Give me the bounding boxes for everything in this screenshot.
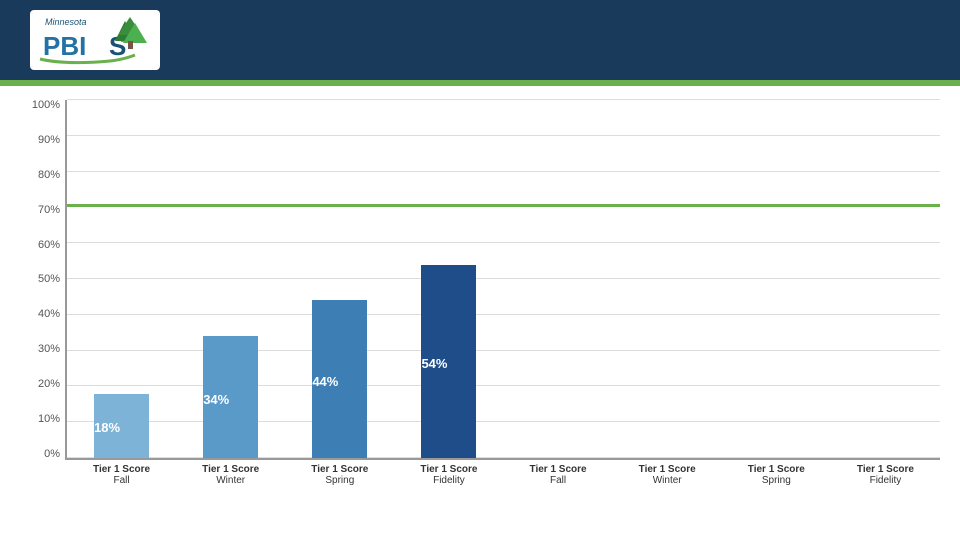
bar-group: Tier 1 ScoreFidelity <box>831 100 940 458</box>
x-label-tier: Tier 1 Score <box>67 464 176 475</box>
bar: 54% <box>421 265 476 458</box>
x-label-tier: Tier 1 Score <box>613 464 722 475</box>
svg-text:PBI: PBI <box>43 31 86 61</box>
bar-group: Tier 1 ScoreFall <box>504 100 613 458</box>
x-axis-label: Tier 1 ScoreWinter <box>613 464 722 486</box>
x-axis-label: Tier 1 ScoreSpring <box>722 464 831 486</box>
x-axis-label: Tier 1 ScoreFidelity <box>394 464 503 486</box>
y-axis-label: 90% <box>38 135 60 146</box>
x-label-tier: Tier 1 Score <box>394 464 503 475</box>
y-axis-label: 10% <box>38 414 60 425</box>
y-axis-label: 20% <box>38 379 60 390</box>
x-label-tier: Tier 1 Score <box>285 464 394 475</box>
y-axis-label: 0% <box>44 449 60 460</box>
bar-group: 18%Tier 1 ScoreFall <box>67 100 176 458</box>
y-axis-label: 50% <box>38 274 60 285</box>
x-axis-label: Tier 1 ScoreSpring <box>285 464 394 486</box>
y-axis-label: 30% <box>38 344 60 355</box>
x-label-season: Fidelity <box>394 475 503 486</box>
bar: 18% <box>94 394 149 458</box>
bar-value-label: 34% <box>203 388 229 407</box>
y-axis-label: 100% <box>32 100 60 111</box>
y-axis: 100% 90% 80% 70% 60% 50% 40% 30% 20% 10% 0% <box>20 100 65 460</box>
header: Minnesota PBI S <box>0 0 960 80</box>
x-axis-label: Tier 1 ScoreFall <box>67 464 176 486</box>
svg-text:Minnesota: Minnesota <box>45 17 87 27</box>
y-axis-label: 70% <box>38 205 60 216</box>
bar-value-label: 54% <box>421 352 447 371</box>
x-label-season: Fall <box>67 475 176 486</box>
x-label-tier: Tier 1 Score <box>722 464 831 475</box>
x-label-season: Winter <box>176 475 285 486</box>
x-label-season: Fidelity <box>831 475 940 486</box>
x-label-season: Spring <box>285 475 394 486</box>
x-axis-label: Tier 1 ScoreFall <box>504 464 613 486</box>
bars-area: 18%Tier 1 ScoreFall34%Tier 1 ScoreWinter… <box>65 100 940 460</box>
bar-group: 54%Tier 1 ScoreFidelity <box>394 100 503 458</box>
y-axis-label: 40% <box>38 309 60 320</box>
target-line <box>67 204 940 207</box>
bar: 44% <box>312 300 367 458</box>
x-label-season: Winter <box>613 475 722 486</box>
x-axis-label: Tier 1 ScoreFidelity <box>831 464 940 486</box>
bar-group: Tier 1 ScoreSpring <box>722 100 831 458</box>
x-label-tier: Tier 1 Score <box>504 464 613 475</box>
chart-area: 100%90%80%70%60%50%40%30%20%10%0% 18%Tie… <box>0 86 960 540</box>
bar-group: Tier 1 ScoreWinter <box>613 100 722 458</box>
bar: 34% <box>203 336 258 458</box>
y-axis-label: 80% <box>38 170 60 181</box>
x-label-tier: Tier 1 Score <box>831 464 940 475</box>
bar-group: 44%Tier 1 ScoreSpring <box>285 100 394 458</box>
logo-box: Minnesota PBI S <box>30 10 160 70</box>
y-axis-label: 60% <box>38 240 60 251</box>
x-label-season: Spring <box>722 475 831 486</box>
x-label-tier: Tier 1 Score <box>176 464 285 475</box>
x-label-season: Fall <box>504 475 613 486</box>
bar-value-label: 44% <box>312 370 338 389</box>
bar-value-label: 18% <box>94 416 120 435</box>
logo-area: Minnesota PBI S <box>30 10 160 70</box>
x-axis-label: Tier 1 ScoreWinter <box>176 464 285 486</box>
chart-container: 100%90%80%70%60%50%40%30%20%10%0% 18%Tie… <box>20 100 940 490</box>
bar-group: 34%Tier 1 ScoreWinter <box>176 100 285 458</box>
